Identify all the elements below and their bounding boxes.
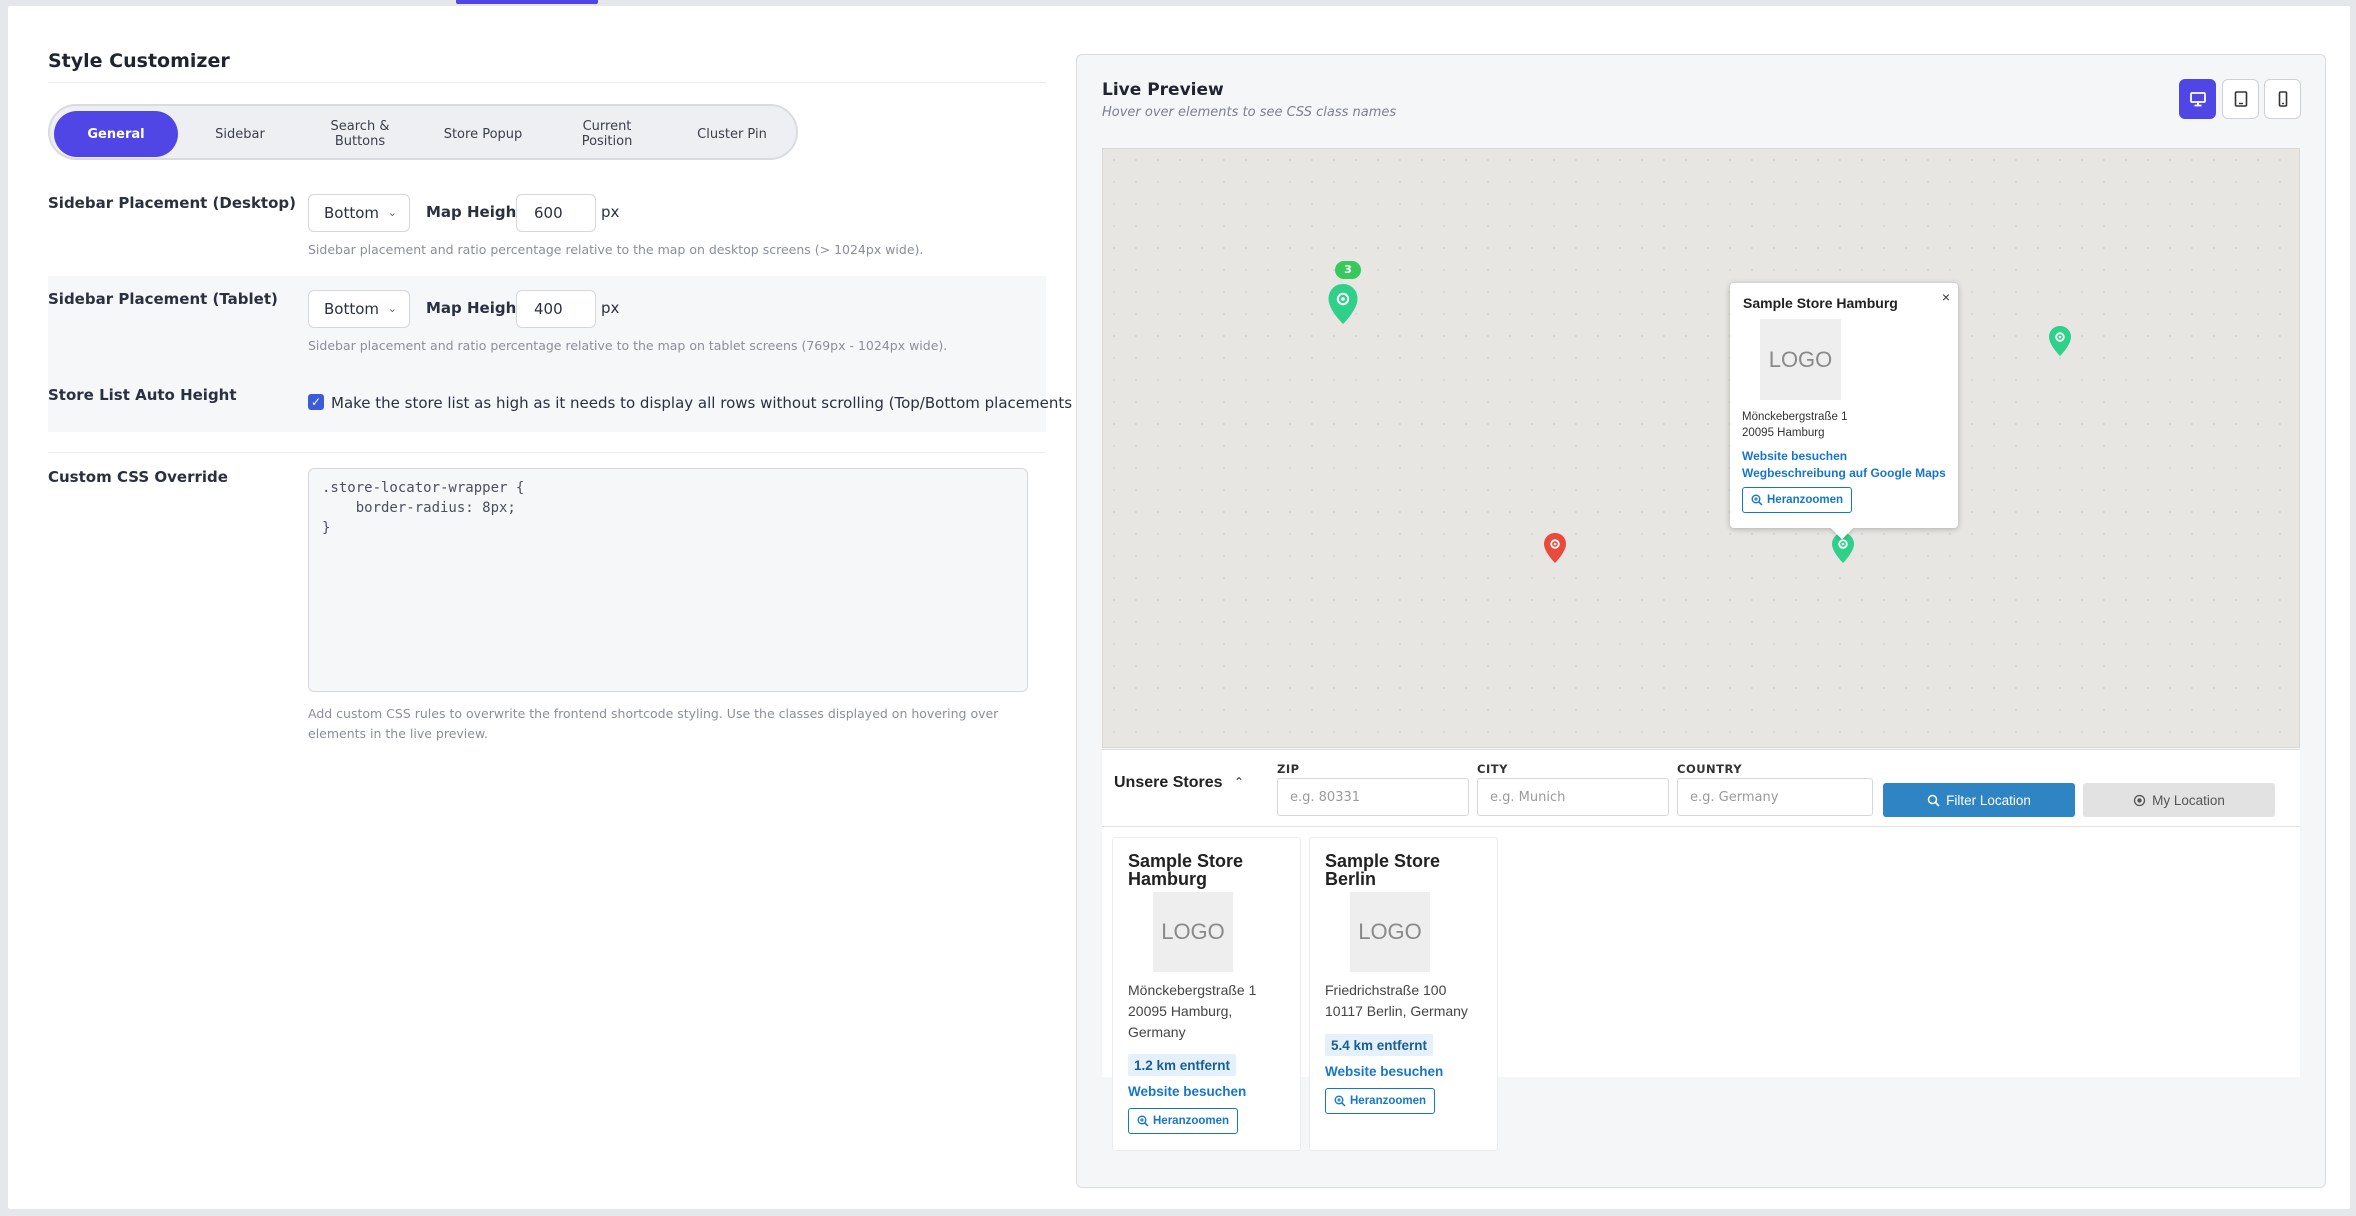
live-preview-title: Live Preview (1102, 80, 1224, 100)
popup-title: Sample Store Hamburg (1743, 295, 1898, 311)
website-link[interactable]: Website besuchen (1128, 1084, 1246, 1099)
store-card[interactable]: Sample Store Berlin LOGO Friedrichstraße… (1309, 837, 1498, 1151)
divider (48, 452, 1046, 453)
select-value: Bottom (324, 300, 380, 318)
custom-css-label: Custom CSS Override (48, 468, 228, 486)
sidebar-desktop-hint: Sidebar placement and ratio percentage r… (308, 242, 924, 257)
directions-link[interactable]: Wegbeschreibung auf Google Maps (1742, 466, 1946, 480)
distance-badge: 5.4 km entfernt (1325, 1034, 1434, 1056)
tablet-view-button[interactable] (2222, 79, 2259, 119)
mobile-icon (2278, 91, 2287, 107)
store-address: Friedrichstraße 100 10117 Berlin, German… (1325, 982, 1468, 1019)
store-name: Sample Store Berlin (1325, 851, 1441, 889)
zoom-icon (1137, 1115, 1149, 1127)
tablet-icon (2234, 91, 2247, 107)
store-card[interactable]: Sample Store Hamburg LOGO Mönckebergstra… (1112, 837, 1301, 1151)
live-preview-subtitle: Hover over elements to see CSS class nam… (1102, 105, 1397, 120)
website-link[interactable]: Website besuchen (1742, 449, 1847, 463)
sidebar-tablet-hint: Sidebar placement and ratio percentage r… (308, 338, 948, 353)
chevron-up-icon[interactable]: ⌃ (1234, 775, 1244, 789)
zip-label: ZIP (1277, 762, 1300, 776)
filter-location-button[interactable]: Filter Location (1883, 783, 2075, 817)
page-title: Style Customizer (48, 50, 230, 72)
search-icon (1927, 794, 1940, 807)
settings-card: Style Customizer General Sidebar Search … (8, 6, 2350, 1209)
unit-label: px (601, 299, 620, 317)
current-position-pin-icon[interactable] (1543, 532, 1567, 564)
active-nav-indicator (456, 0, 598, 4)
distance-badge: 1.2 km entfernt (1128, 1054, 1237, 1076)
auto-height-text: Make the store list as high as it needs … (331, 394, 1120, 412)
select-value: Bottom (324, 204, 380, 222)
sidebar-desktop-placement-select[interactable]: Bottom ⌄ (308, 194, 410, 232)
tab-store-popup[interactable]: Store Popup (420, 111, 546, 157)
desktop-view-button[interactable] (2179, 79, 2216, 119)
desktop-icon (2189, 92, 2206, 107)
sidebar-desktop-label: Sidebar Placement (Desktop) (48, 194, 296, 212)
my-location-button[interactable]: My Location (2083, 783, 2275, 817)
map-height-label: Map Height: (426, 299, 530, 317)
map-canvas[interactable]: 3 Sample Store Hamburg × LOGO Mönckeberg… (1102, 148, 2300, 748)
store-logo: LOGO (1153, 892, 1233, 972)
zip-input[interactable]: e.g. 80331 (1277, 778, 1469, 816)
address-line: 20095 Hamburg (1742, 427, 1825, 439)
zoom-label: Heranzoomen (1153, 1115, 1230, 1127)
auto-height-checkbox[interactable]: ✓ (308, 394, 324, 410)
zoom-icon (1751, 494, 1763, 506)
country-input[interactable]: e.g. Germany (1677, 778, 1873, 816)
city-label: CITY (1477, 762, 1508, 776)
customizer-tabs: General Sidebar Search & Buttons Store P… (48, 104, 798, 160)
zoom-in-button[interactable]: Heranzoomen (1742, 487, 1853, 513)
chevron-down-icon: ⌄ (387, 206, 397, 219)
address-line: Mönckebergstraße 1 (1742, 411, 1848, 423)
desktop-map-height-input[interactable]: 600 (516, 194, 596, 232)
store-address: Mönckebergstraße 1 20095 Hamburg, German… (1128, 982, 1257, 1040)
my-location-label: My Location (2152, 792, 2225, 808)
store-list: Sample Store Hamburg LOGO Mönckebergstra… (1102, 827, 2300, 1151)
custom-css-hint: Add custom CSS rules to overwrite the fr… (308, 706, 999, 741)
sidebar-tablet-placement-select[interactable]: Bottom ⌄ (308, 290, 410, 328)
tab-general[interactable]: General (54, 111, 178, 157)
custom-css-textarea[interactable]: .store-locator-wrapper { border-radius: … (308, 468, 1028, 692)
sidebar-tablet-label: Sidebar Placement (Tablet) (48, 290, 278, 308)
tablet-map-height-input[interactable]: 400 (516, 290, 596, 328)
chevron-down-icon: ⌄ (387, 302, 397, 315)
map-pin-icon[interactable] (2048, 325, 2072, 357)
zoom-icon (1334, 1095, 1346, 1107)
store-list-title: Unsere Stores (1114, 774, 1223, 791)
store-logo: LOGO (1350, 892, 1430, 972)
cluster-pin-icon[interactable] (1327, 283, 1359, 325)
mobile-view-button[interactable] (2264, 79, 2301, 119)
close-icon[interactable]: × (1942, 289, 1950, 305)
cluster-count-badge[interactable]: 3 (1335, 261, 1361, 279)
live-preview-panel: Live Preview Hover over elements to see … (1076, 54, 2326, 1188)
zoom-in-button[interactable]: Heranzoomen (1128, 1108, 1239, 1134)
zoom-label: Heranzoomen (1350, 1095, 1427, 1107)
store-name: Sample Store Hamburg (1128, 851, 1244, 889)
map-height-label: Map Height: (426, 203, 530, 221)
zoom-in-button[interactable]: Heranzoomen (1325, 1088, 1436, 1114)
store-logo: LOGO (1760, 319, 1841, 400)
tab-cluster-pin[interactable]: Cluster Pin (670, 111, 794, 157)
city-input[interactable]: e.g. Munich (1477, 778, 1669, 816)
zoom-label: Heranzoomen (1767, 494, 1844, 506)
tab-search-buttons[interactable]: Search & Buttons (300, 111, 420, 157)
tab-current-position[interactable]: Current Position (546, 111, 668, 157)
country-label: COUNTRY (1677, 762, 1743, 776)
popup-address: Mönckebergstraße 1 20095 Hamburg (1742, 409, 1847, 441)
auto-height-label: Store List Auto Height (48, 386, 237, 404)
filter-label: Filter Location (1946, 792, 2031, 808)
unit-label: px (601, 203, 620, 221)
locate-icon (2133, 794, 2146, 806)
store-popup: Sample Store Hamburg × LOGO Mönckebergst… (1730, 283, 1958, 540)
tab-sidebar[interactable]: Sidebar (180, 111, 300, 157)
website-link[interactable]: Website besuchen (1325, 1064, 1443, 1079)
divider (48, 82, 1046, 83)
store-search-bar: Unsere Stores ⌃ ZIP e.g. 80331 CITY e.g.… (1102, 749, 2300, 827)
